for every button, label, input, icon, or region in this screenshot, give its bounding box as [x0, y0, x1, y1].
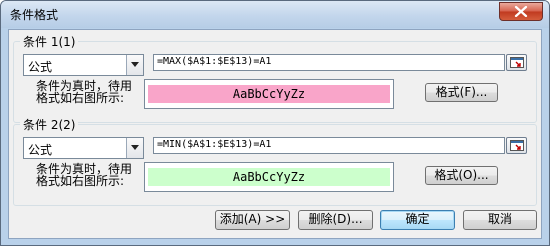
- collapse-dialog-icon: [510, 140, 524, 151]
- collapse-dialog-icon: [510, 57, 524, 68]
- title-bar[interactable]: 条件格式: [1, 1, 549, 28]
- condition-1-type-select[interactable]: 公式: [23, 54, 144, 76]
- condition-1-group: 条件 1(1) 公式 =MAX($A$1:$E$13)=A1 条件为真时，待用: [13, 33, 537, 123]
- close-icon: [514, 6, 528, 17]
- cancel-button[interactable]: 取消: [463, 210, 537, 230]
- dropdown-arrow-button[interactable]: [126, 55, 143, 75]
- dropdown-arrow-button[interactable]: [126, 138, 143, 158]
- condition-1-format-button[interactable]: 格式(F)...: [425, 83, 498, 102]
- condition-2-type-value: 公式: [28, 143, 53, 157]
- condition-1-formula-text: =MAX($A$1:$E$13)=A1: [157, 56, 272, 67]
- condition-2-group: 条件 2(2) 公式 =MIN($A$1:$E$13)=A1 条件为真时，待用: [13, 116, 537, 206]
- condition-2-format-button[interactable]: 格式(O)...: [425, 166, 498, 185]
- dialog-title: 条件格式: [10, 8, 59, 22]
- conditional-format-dialog: 条件格式 条件 1(1) 公式 =MAX($A$1:$E$13)=A1 条件为真…: [0, 0, 550, 246]
- dialog-body: 条件 1(1) 公式 =MAX($A$1:$E$13)=A1 条件为真时，待用: [8, 29, 542, 239]
- add-condition-button[interactable]: 添加(A) >>: [215, 210, 290, 230]
- ok-button[interactable]: 确定: [380, 210, 455, 230]
- close-button[interactable]: [499, 2, 543, 21]
- condition-1-preview: AaBbCcYyZz: [144, 79, 394, 109]
- condition-2-formula-input[interactable]: =MIN($A$1:$E$13)=A1: [153, 137, 505, 154]
- condition-1-formula-input[interactable]: =MAX($A$1:$E$13)=A1: [153, 54, 505, 71]
- condition-1-range-picker-button[interactable]: [506, 54, 527, 71]
- condition-2-range-picker-button[interactable]: [506, 137, 527, 154]
- condition-1-legend: 条件 1(1): [20, 33, 79, 50]
- chevron-down-icon: [131, 145, 139, 150]
- condition-2-legend: 条件 2(2): [20, 116, 79, 133]
- description-line: 格式如右图所示:: [36, 91, 125, 105]
- condition-2-description: 条件为真时，待用 格式如右图所示:: [36, 163, 148, 187]
- delete-condition-button[interactable]: 删除(D)...: [298, 210, 373, 230]
- condition-1-type-value: 公式: [28, 60, 53, 74]
- chevron-down-icon: [131, 62, 139, 67]
- condition-2-formula-text: =MIN($A$1:$E$13)=A1: [157, 139, 272, 150]
- condition-2-preview: AaBbCcYyZz: [144, 162, 394, 192]
- condition-2-preview-sample: AaBbCcYyZz: [148, 168, 390, 186]
- description-line: 格式如右图所示:: [36, 174, 125, 188]
- condition-2-type-select[interactable]: 公式: [23, 137, 144, 159]
- condition-1-preview-sample: AaBbCcYyZz: [148, 85, 390, 103]
- condition-1-description: 条件为真时，待用 格式如右图所示:: [36, 80, 148, 104]
